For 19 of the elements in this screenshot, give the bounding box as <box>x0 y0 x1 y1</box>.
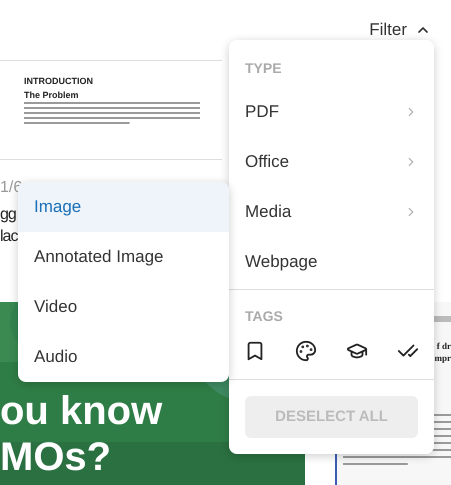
document-title: f dr <box>436 340 451 352</box>
submenu-item[interactable]: Video <box>18 282 229 332</box>
menu-item[interactable]: PDF <box>229 87 434 137</box>
menu-item[interactable]: Office <box>229 137 434 187</box>
card-title: lac <box>0 227 18 247</box>
card-title: gg <box>0 205 16 225</box>
palette-icon[interactable] <box>294 339 318 363</box>
submenu-item[interactable]: Audio <box>18 332 229 382</box>
image-headline: ou know <box>0 388 162 434</box>
document-heading: INTRODUCTION <box>24 75 94 88</box>
document-title: mpr <box>434 352 451 364</box>
image-headline: MOs? <box>0 434 112 480</box>
menu-item[interactable]: Webpage <box>229 237 434 287</box>
section-title: TYPE <box>245 59 282 78</box>
section-title: TAGS <box>245 307 283 326</box>
document-subheading: The Problem <box>24 88 80 102</box>
submenu-item[interactable]: Annotated Image <box>18 232 229 282</box>
menu-item[interactable]: Media <box>229 187 434 237</box>
filter-button[interactable]: Filter <box>369 17 431 43</box>
